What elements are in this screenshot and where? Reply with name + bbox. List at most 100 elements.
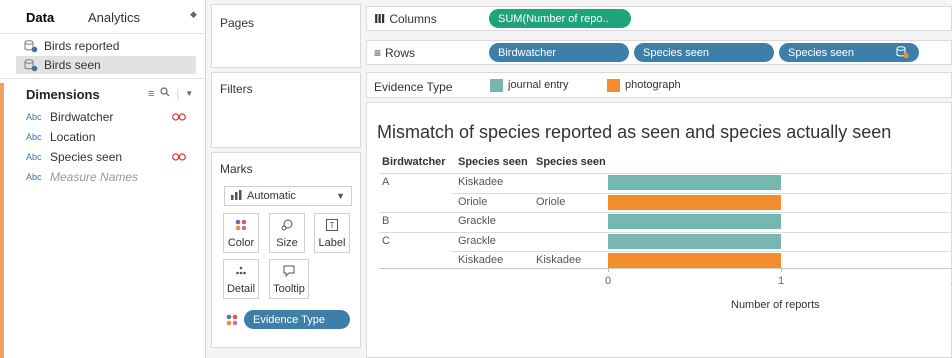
color-label: Color [227,237,255,249]
size-button[interactable]: Size [269,213,305,253]
data-source-birds-seen[interactable]: Birds seen [16,56,196,74]
link-icon [172,113,186,121]
cell-species-actual[interactable]: Kiskadee [536,254,581,266]
dimensions-tools: ≡ | ▼ [148,87,193,100]
field-label: Measure Names [50,170,139,184]
legend-title: Evidence Type [374,80,453,94]
string-type-icon: Abc [26,152,42,162]
detail-icon [224,265,258,280]
axis-tick-mark [781,268,782,272]
axis-title: Number of reports [731,299,820,311]
rows-pill-species-seen[interactable]: Species seen [634,43,774,62]
viz-canvas: Mismatch of species reported as seen and… [366,102,952,358]
detail-button[interactable]: Detail [223,259,259,299]
bar-photograph[interactable] [608,194,781,210]
cell-species-actual[interactable]: Oriole [536,196,565,208]
marks-title: Marks [220,162,253,176]
tooltip-button[interactable]: Tooltip [269,259,309,299]
cell-species-reported[interactable]: Grackle [458,235,496,247]
link-icon [172,153,186,161]
field-measure-names[interactable]: Abc Measure Names [26,168,138,186]
legend-swatch-journal-entry[interactable] [490,79,503,92]
chevron-down-icon[interactable]: ▼ [185,89,193,98]
bar-journal-entry[interactable] [608,233,781,249]
color-button[interactable]: Color [223,213,259,253]
legend-label-journal-entry[interactable]: journal entry [508,79,569,91]
legend-label-photograph[interactable]: photograph [625,79,681,91]
tab-analytics[interactable]: Analytics [88,10,186,25]
legend-swatch-photograph[interactable] [607,79,620,92]
row-divider [452,192,952,194]
cell-birdwatcher[interactable]: C [382,235,390,247]
view-toggle-icon[interactable]: ≡ [148,88,154,100]
svg-text:T: T [330,221,335,230]
columns-shelf-label: Ⅲ Columns [374,12,437,26]
filters-title: Filters [220,82,253,96]
viz-title: Mismatch of species reported as seen and… [377,122,892,142]
row-divider [379,212,952,213]
header-birdwatcher[interactable]: Birdwatcher [382,156,446,168]
data-source-label: Birds reported [44,39,120,53]
field-species-seen[interactable]: Abc Species seen [26,148,122,166]
evidence-type-pill[interactable]: Evidence Type [244,310,350,329]
marks-card: Marks Automatic ▼ Color Size T Label Det… [211,152,361,348]
chevron-down-icon: ▼ [336,191,345,201]
columns-pill[interactable]: SUM(Number of repo.. [489,9,631,28]
axis-tick-label: 0 [605,275,612,287]
color-legend: Evidence Type journal entry photograph [366,72,952,98]
cell-species-reported[interactable]: Kiskadee [458,176,503,188]
string-type-icon: Abc [26,172,42,182]
color-icon [226,314,238,329]
field-label: Birdwatcher [50,110,114,124]
tab-data[interactable]: Data [26,10,88,25]
bar-journal-entry[interactable] [608,214,781,229]
divider [0,33,206,34]
pages-card[interactable]: Pages [211,4,361,68]
header-species-seen[interactable]: Species seen [458,156,528,168]
cell-species-reported[interactable]: Grackle [458,215,496,227]
detail-label: Detail [226,283,256,295]
pane-accent-bar [0,83,4,358]
axis-line [379,268,952,269]
columns-shelf[interactable]: Ⅲ Columns [366,6,952,31]
cell-birdwatcher[interactable]: B [382,215,389,227]
bar-chart-icon [231,189,243,203]
field-location[interactable]: Abc Location [26,128,95,146]
axis-tick-mark [608,268,609,272]
row-divider [452,251,952,252]
tooltip-icon [270,265,308,280]
bar-photograph[interactable] [608,253,781,268]
divider [0,78,206,79]
axis-tick-label: 1 [778,275,785,287]
bar-journal-entry[interactable] [608,175,781,190]
header-species-seen-linked[interactable]: Species seen [536,156,606,168]
mark-type-dropdown[interactable]: Automatic ▼ [224,186,352,206]
size-label: Size [276,237,298,249]
data-pane: Data Analytics ◆ Birds reported Birds se… [0,0,206,358]
search-icon[interactable] [160,87,170,100]
dimensions-header: Dimensions [26,87,100,102]
color-icon [224,219,258,234]
label-button[interactable]: T Label [314,213,350,253]
pages-title: Pages [220,16,255,30]
field-birdwatcher[interactable]: Abc Birdwatcher [26,108,113,126]
row-divider [379,231,952,233]
columns-icon: Ⅲ [374,12,386,26]
size-icon [270,219,304,234]
field-label: Location [50,130,96,144]
text-label-icon: T [315,219,349,234]
cell-species-reported[interactable]: Kiskadee [458,254,503,266]
string-type-icon: Abc [26,132,42,142]
cell-species-reported[interactable]: Oriole [458,196,487,208]
tool-separator: | [176,87,180,100]
row-divider [379,173,952,174]
pane-menu-icon[interactable]: ◆ [190,9,197,20]
filters-card[interactable]: Filters [211,72,361,148]
rows-pill-birdwatcher[interactable]: Birdwatcher [489,43,629,62]
cell-birdwatcher[interactable]: A [382,176,389,188]
data-source-birds-reported[interactable]: Birds reported [16,37,119,55]
linked-source-icon [896,46,909,62]
string-type-icon: Abc [26,112,42,122]
field-label: Species seen [50,150,123,164]
data-source-label: Birds seen [44,58,101,72]
